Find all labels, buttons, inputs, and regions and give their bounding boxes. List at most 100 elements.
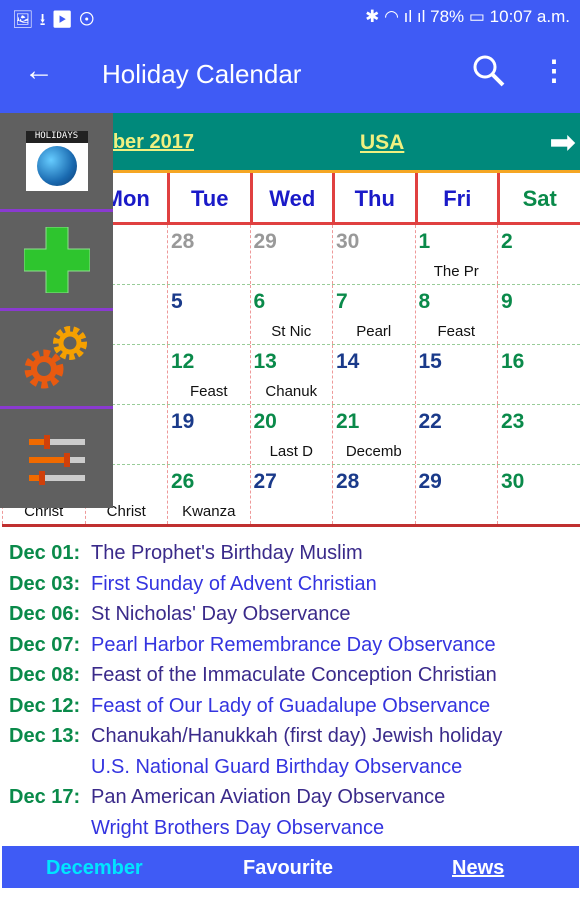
country-link[interactable]: USA xyxy=(360,131,404,155)
day-cell[interactable]: 6 St Nic xyxy=(249,285,333,344)
holiday-date: Dec 12: xyxy=(9,694,81,717)
day-cell[interactable]: 28 xyxy=(167,225,250,284)
day-number: 8 xyxy=(418,290,431,313)
day-cell[interactable]: 30 xyxy=(332,225,415,284)
grid-divider xyxy=(2,524,580,527)
day-cell[interactable]: 8 Feast xyxy=(414,285,498,344)
day-number: 5 xyxy=(171,290,183,313)
holiday-list-item[interactable]: Wright Brothers Day Observance xyxy=(9,813,579,844)
day-cell[interactable]: 21 Decemb xyxy=(332,405,415,464)
day-number: 29 xyxy=(253,230,277,253)
day-number: 26 xyxy=(171,470,195,493)
clock: 10:07 a.m. xyxy=(489,7,570,26)
preferences-button[interactable] xyxy=(0,409,113,508)
holiday-list-item[interactable]: Dec 01: The Prophet's Birthday Muslim xyxy=(9,538,579,569)
day-cell[interactable]: 2 xyxy=(497,225,580,284)
day-number: 6 xyxy=(253,290,266,313)
tab-news[interactable]: News xyxy=(452,857,508,880)
day-number: 28 xyxy=(171,230,195,253)
day-cell[interactable]: 29 xyxy=(414,465,498,524)
weekday-wed: Wed xyxy=(249,173,333,222)
holiday-list-item[interactable]: Dec 06: St Nicholas' Day Observance xyxy=(9,599,579,630)
globe-icon xyxy=(36,145,77,186)
day-number: 30 xyxy=(501,470,525,493)
day-cell[interactable]: 23 xyxy=(497,405,580,464)
day-cell[interactable]: 1 The Pr xyxy=(414,225,498,284)
weekday-fri: Fri xyxy=(414,173,498,222)
day-cell[interactable]: 9 xyxy=(497,285,580,344)
day-cell[interactable]: 19 xyxy=(167,405,250,464)
holiday-list-item[interactable]: Dec 17: Pan American Aviation Day Observa… xyxy=(9,782,579,813)
day-cell[interactable]: 29 xyxy=(249,225,333,284)
holiday-date: Dec 01: xyxy=(9,542,81,564)
day-cell[interactable]: 16 xyxy=(497,345,580,404)
day-cell[interactable]: 5 xyxy=(167,285,250,344)
day-cell[interactable]: 7 Pearl xyxy=(332,285,415,344)
holiday-list-item[interactable]: U.S. National Guard Birthday Observance xyxy=(9,752,579,783)
day-number: 14 xyxy=(336,350,360,373)
next-month-arrow-icon[interactable]: ➡ xyxy=(549,123,576,161)
notification-icons: 🖼⭳▶⊙ xyxy=(12,10,101,29)
day-number: 28 xyxy=(336,470,360,493)
day-cell[interactable]: 13 Chanuk xyxy=(249,345,333,404)
weekday-sat: Sat xyxy=(497,173,580,222)
holiday-name: U.S. National Guard Birthday Observance xyxy=(91,755,463,778)
holiday-name: Pan American Aviation Day Observance xyxy=(91,786,446,808)
holiday-list-item[interactable]: Dec 03: First Sunday of Advent Christian xyxy=(9,569,579,600)
holiday-date: Dec 06: xyxy=(9,603,81,625)
day-number: 2 xyxy=(501,230,513,253)
settings-button[interactable] xyxy=(0,311,113,410)
day-number: 9 xyxy=(501,290,513,313)
day-number: 29 xyxy=(418,470,442,493)
tab-favourite[interactable]: Favourite xyxy=(243,857,333,880)
day-cell[interactable]: 30 xyxy=(497,465,580,524)
day-cell[interactable]: 22 xyxy=(414,405,498,464)
tab-december[interactable]: December xyxy=(46,857,143,880)
day-number: 22 xyxy=(418,410,442,433)
holiday-name: St Nicholas' Day Observance xyxy=(91,603,351,625)
holiday-list-item[interactable]: Dec 08: Feast of the Immaculate Conceptio… xyxy=(9,660,579,691)
holiday-name: Pearl Harbor Remembrance Day Observance xyxy=(91,633,496,656)
day-event: Decemb xyxy=(345,443,402,460)
search-icon[interactable] xyxy=(472,54,506,95)
day-cell[interactable]: 28 xyxy=(332,465,415,524)
day-cell[interactable]: 27 xyxy=(249,465,333,524)
holidays-button[interactable]: HOLIDAYS xyxy=(0,113,113,212)
more-vert-icon[interactable]: ⋮ xyxy=(540,54,568,87)
day-number: 23 xyxy=(501,410,525,433)
day-cell[interactable]: 26 Kwanza xyxy=(167,465,250,524)
day-number: 15 xyxy=(418,350,442,373)
day-cell[interactable]: 15 xyxy=(414,345,498,404)
day-event: Kwanza xyxy=(182,503,236,520)
day-number: 16 xyxy=(501,350,525,373)
day-event: Chanuk xyxy=(265,383,318,400)
day-number: 12 xyxy=(171,350,195,373)
day-number: 30 xyxy=(336,230,360,253)
page-title: Holiday Calendar xyxy=(102,59,302,89)
holiday-name: Feast of the Immaculate Conception Chris… xyxy=(91,664,497,686)
holiday-name: The Prophet's Birthday Muslim xyxy=(91,542,363,564)
holiday-date xyxy=(9,813,91,844)
day-cell[interactable]: 14 xyxy=(332,345,415,404)
add-button[interactable] xyxy=(0,212,113,311)
day-event: Pearl xyxy=(356,323,392,340)
day-number: 13 xyxy=(253,350,277,373)
side-drawer: HOLIDAYS xyxy=(0,113,113,508)
sliders-icon xyxy=(28,434,85,485)
holiday-list-item[interactable]: Dec 07: Pearl Harbor Remembrance Day Obse… xyxy=(9,630,579,661)
holiday-list-item[interactable]: Dec 13: Chanukah/Hanukkah (first day) Jew… xyxy=(9,721,579,752)
back-arrow-icon[interactable]: ← xyxy=(24,54,54,88)
holiday-date: Dec 07: xyxy=(9,633,81,656)
day-event: Feast xyxy=(189,383,228,400)
holiday-date: Dec 08: xyxy=(9,664,81,686)
day-cell[interactable]: 20 Last D xyxy=(249,405,333,464)
day-number: 19 xyxy=(171,410,195,433)
day-number: 27 xyxy=(253,470,277,493)
day-cell[interactable]: 12 Feast xyxy=(167,345,250,404)
holiday-list-item[interactable]: Dec 12: Feast of Our Lady of Guadalupe Ob… xyxy=(9,691,579,722)
holiday-date xyxy=(9,752,91,783)
holiday-list: Dec 01: The Prophet's Birthday Muslim Dec … xyxy=(9,538,579,843)
gears-icon xyxy=(24,326,87,389)
holidays-logo: HOLIDAYS xyxy=(25,130,88,191)
day-event: The Pr xyxy=(433,263,479,280)
